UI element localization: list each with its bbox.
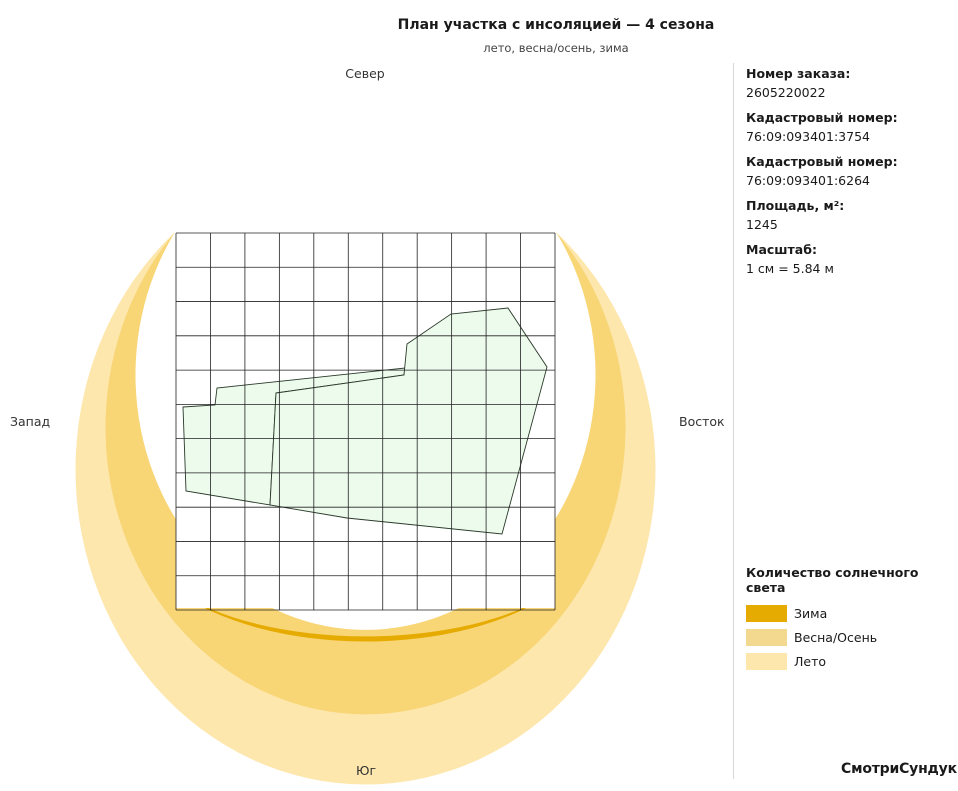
legend-label: Лето: [794, 653, 827, 669]
info-value: 2605220022: [746, 85, 826, 100]
info-value: 76:09:093401:6264: [746, 173, 870, 188]
info-panel: Номер заказа: 2605220022 Кадастровый ном…: [746, 66, 956, 286]
legend-swatch-winter: [746, 604, 787, 622]
compass-east-label: Восток: [679, 414, 725, 429]
brand-logo: СмотриСундук.: [841, 761, 958, 777]
info-label: Площадь, м²:: [746, 198, 845, 213]
cadastral-number-2: Кадастровый номер: 76:09:093401:6264: [746, 154, 956, 189]
scale: Масштаб: 1 см = 5.84 м: [746, 242, 956, 277]
compass-south-label: Юг: [355, 763, 377, 778]
legend-title: Количество солнечного света: [746, 565, 919, 595]
legend-item-summer: Лето: [746, 649, 956, 673]
info-value: 1245: [746, 217, 778, 232]
info-label: Кадастровый номер:: [746, 110, 898, 125]
compass-west-label: Запад: [10, 414, 51, 429]
legend-item-spring-autumn: Весна/Осень: [746, 625, 956, 649]
legend-label: Весна/Осень: [794, 629, 878, 645]
info-label: Кадастровый номер:: [746, 154, 898, 169]
info-value: 1 см = 5.84 м: [746, 261, 834, 276]
order-number: Номер заказа: 2605220022: [746, 66, 956, 101]
area: Площадь, м²: 1245: [746, 198, 956, 233]
cadastral-number-1: Кадастровый номер: 76:09:093401:3754: [746, 110, 956, 145]
legend-item-winter: Зима: [746, 601, 956, 625]
info-label: Масштаб:: [746, 242, 817, 257]
panel-divider: [733, 63, 734, 779]
legend-swatch-spring-autumn: [746, 628, 787, 646]
info-value: 76:09:093401:3754: [746, 129, 870, 144]
legend-label: Зима: [794, 605, 828, 621]
info-label: Номер заказа:: [746, 66, 851, 81]
legend-swatch-summer: [746, 652, 787, 670]
legend: Количество солнечного света Зима Весна/О…: [746, 565, 956, 673]
compass-north-label: Север: [345, 66, 385, 81]
